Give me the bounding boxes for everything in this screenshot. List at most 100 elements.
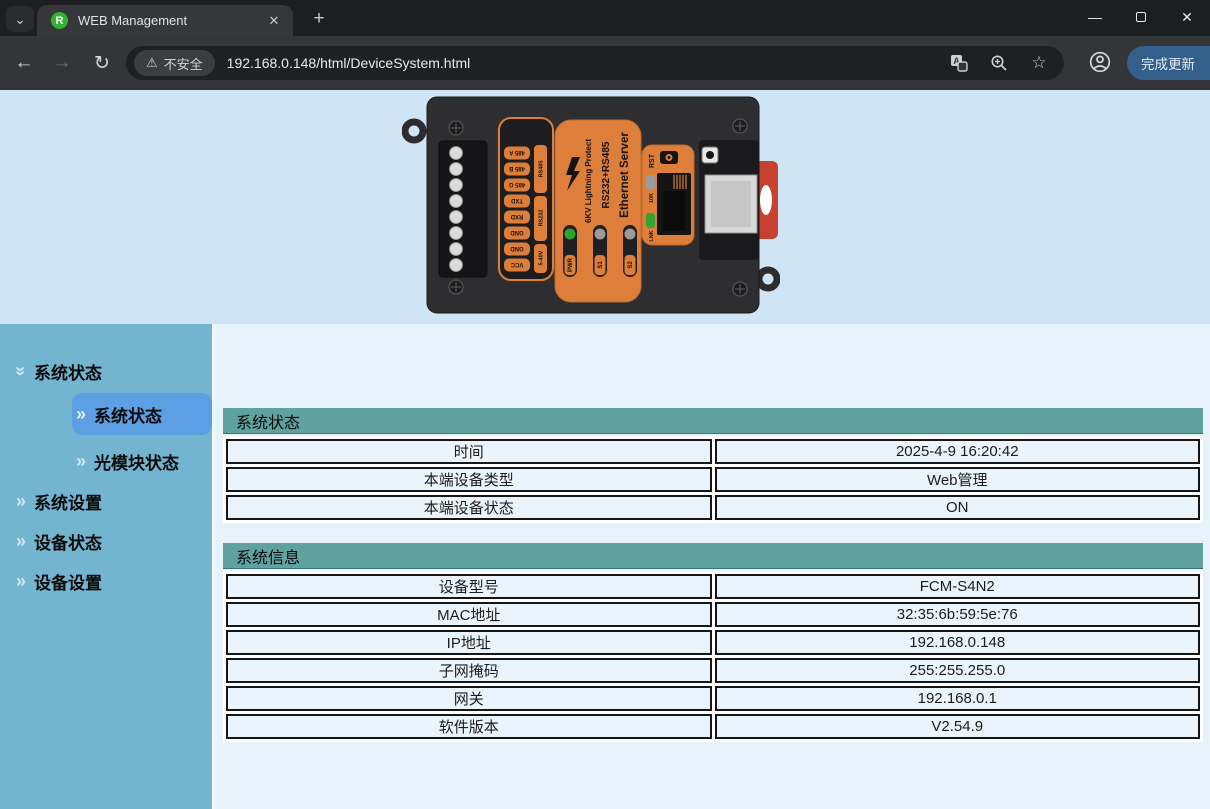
close-button[interactable]: ✕ <box>1164 0 1210 34</box>
table-title-system-status: 系统状态 <box>223 408 1203 434</box>
forward-button[interactable]: → <box>48 49 76 77</box>
group-label: 5-40V <box>539 250 545 265</box>
address-bar[interactable]: ⚠ 不安全 192.168.0.148/html/DeviceSystem.ht… <box>126 46 1064 80</box>
port-label-10k: 10K <box>649 193 655 203</box>
row-label: 本端设备状态 <box>226 495 712 520</box>
device-label-protect: 6KV Lightning Protect <box>584 139 593 223</box>
sidebar-item-device-settings[interactable]: » 设备设置 <box>0 561 212 601</box>
section-title: 系统状态 <box>236 409 300 433</box>
device-product-image: 485 A 485 B 485 G TXD RXD GND GND VCC RS… <box>402 95 780 317</box>
sidebar-item-label: 系统状态 <box>94 402 162 427</box>
sidebar-item-device-status[interactable]: » 设备状态 <box>0 521 212 561</box>
chevron-down-icon: ⌄ <box>14 11 26 28</box>
profile-icon[interactable] <box>1086 48 1114 76</box>
row-value: 255:255.255.0 <box>715 658 1201 683</box>
pin-label: TXD <box>510 197 523 203</box>
sidebar-item-optical-module-status[interactable]: » 光模块状态 <box>0 441 212 481</box>
chevron-right-icon: » <box>76 405 86 423</box>
sidebar-item-system-status[interactable]: » 系统状态 <box>72 393 212 435</box>
web-page: 485 A 485 B 485 G TXD RXD GND GND VCC RS… <box>0 90 1210 809</box>
group-label: RS485 <box>539 161 545 178</box>
led-label-s1: S1 <box>598 261 604 269</box>
sidebar-item-label: 系统设置 <box>34 489 102 514</box>
port-label-lnk: LNK <box>649 230 655 241</box>
finish-update-label: 完成更新 <box>1141 53 1195 73</box>
pin-label: VCC <box>510 261 523 267</box>
pin-label: 485 B <box>508 165 525 171</box>
device-label-serial: RS232+RS485 <box>601 141 612 208</box>
row-value: 192.168.0.1 <box>715 686 1201 711</box>
tab-search-button[interactable]: ⌄ <box>6 6 34 32</box>
row-label: IP地址 <box>226 630 712 655</box>
row-label: 设备型号 <box>226 574 712 599</box>
minimize-button[interactable]: — <box>1072 0 1118 34</box>
row-label: 子网掩码 <box>226 658 712 683</box>
sidebar-item-label: 光模块状态 <box>94 449 179 474</box>
sidebar-item-label: 系统状态 <box>34 359 102 384</box>
warning-icon: ⚠ <box>146 55 158 71</box>
tab-strip: ⌄ R WEB Management ✕ + — ✕ <box>0 0 1210 36</box>
row-value: V2.54.9 <box>715 714 1201 739</box>
menu-dots-icon[interactable]: ⋮ <box>1205 54 1210 72</box>
row-label: 软件版本 <box>226 714 712 739</box>
security-label: 不安全 <box>164 54 203 73</box>
table-row: 子网掩码 255:255.255.0 <box>226 658 1200 683</box>
led-label-pwr: PWR <box>568 257 574 272</box>
site-favicon-icon: R <box>51 12 68 29</box>
translate-icon[interactable]: A <box>950 54 968 72</box>
page-banner: 485 A 485 B 485 G TXD RXD GND GND VCC RS… <box>0 90 1210 324</box>
table-row: 本端设备状态 ON <box>226 495 1200 520</box>
table-row: 设备型号 FCM-S4N2 <box>226 574 1200 599</box>
window-controls: — ✕ <box>1072 0 1210 34</box>
finish-update-button[interactable]: 完成更新 ⋮ <box>1127 46 1210 80</box>
chevron-right-icon: » <box>16 492 26 510</box>
back-button[interactable]: ← <box>10 49 38 77</box>
chevron-right-icon: » <box>76 452 86 470</box>
maximize-button[interactable] <box>1118 0 1164 34</box>
table-row: 本端设备类型 Web管理 <box>226 467 1200 492</box>
row-value: Web管理 <box>715 467 1201 492</box>
sidebar-item-label: 设备设置 <box>34 569 102 594</box>
chevron-expanded-icon: » <box>12 366 30 376</box>
row-value: ON <box>715 495 1201 520</box>
row-label: 时间 <box>226 439 712 464</box>
browser-tab[interactable]: R WEB Management ✕ <box>37 5 293 36</box>
bookmark-star-icon[interactable]: ☆ <box>1030 54 1048 72</box>
pin-label: GND <box>510 245 524 251</box>
reset-label: RST <box>649 153 656 168</box>
content-area: 系统状态 时间 2025-4-9 16:20:42 本端设备类型 Web管理 本… <box>212 324 1210 809</box>
table-row: 时间 2025-4-9 16:20:42 <box>226 439 1200 464</box>
site-security-chip[interactable]: ⚠ 不安全 <box>134 50 215 76</box>
pin-label: 485 A <box>508 149 524 155</box>
system-info-table: 设备型号 FCM-S4N2 MAC地址 32:35:6b:59:5e:76 IP… <box>223 571 1203 742</box>
chevron-right-icon: » <box>16 572 26 590</box>
row-label: 本端设备类型 <box>226 467 712 492</box>
system-status-table: 时间 2025-4-9 16:20:42 本端设备类型 Web管理 本端设备状态… <box>223 436 1203 523</box>
maximize-icon <box>1136 12 1146 22</box>
row-value: FCM-S4N2 <box>715 574 1201 599</box>
table-row: MAC地址 32:35:6b:59:5e:76 <box>226 602 1200 627</box>
pin-label: 485 G <box>509 181 526 187</box>
row-value: 32:35:6b:59:5e:76 <box>715 602 1201 627</box>
device-label-product: Ethernet Server <box>619 132 631 218</box>
row-value: 192.168.0.148 <box>715 630 1201 655</box>
zoom-icon[interactable] <box>990 54 1008 72</box>
section-title: 系统信息 <box>236 544 300 568</box>
pin-label: RXD <box>510 213 523 219</box>
tab-close-icon[interactable]: ✕ <box>265 12 283 30</box>
reload-button[interactable]: ↻ <box>88 49 116 77</box>
sidebar-item-system-status-group[interactable]: » 系统状态 <box>0 354 212 388</box>
chevron-right-icon: » <box>16 532 26 550</box>
sidebar-item-system-settings[interactable]: » 系统设置 <box>0 481 212 521</box>
group-label: RS232 <box>539 210 545 227</box>
tab-title: WEB Management <box>78 13 265 28</box>
row-label: MAC地址 <box>226 602 712 627</box>
table-title-system-info: 系统信息 <box>223 543 1203 569</box>
table-row: 软件版本 V2.54.9 <box>226 714 1200 739</box>
new-tab-button[interactable]: + <box>306 7 332 31</box>
sidebar-item-label: 设备状态 <box>34 529 102 554</box>
browser-toolbar: ← → ↻ ⚠ 不安全 192.168.0.148/html/DeviceSys… <box>0 36 1210 90</box>
pin-label: GND <box>510 229 524 235</box>
url-text[interactable]: 192.168.0.148/html/DeviceSystem.html <box>227 55 950 71</box>
led-label-s2: S2 <box>628 261 634 269</box>
